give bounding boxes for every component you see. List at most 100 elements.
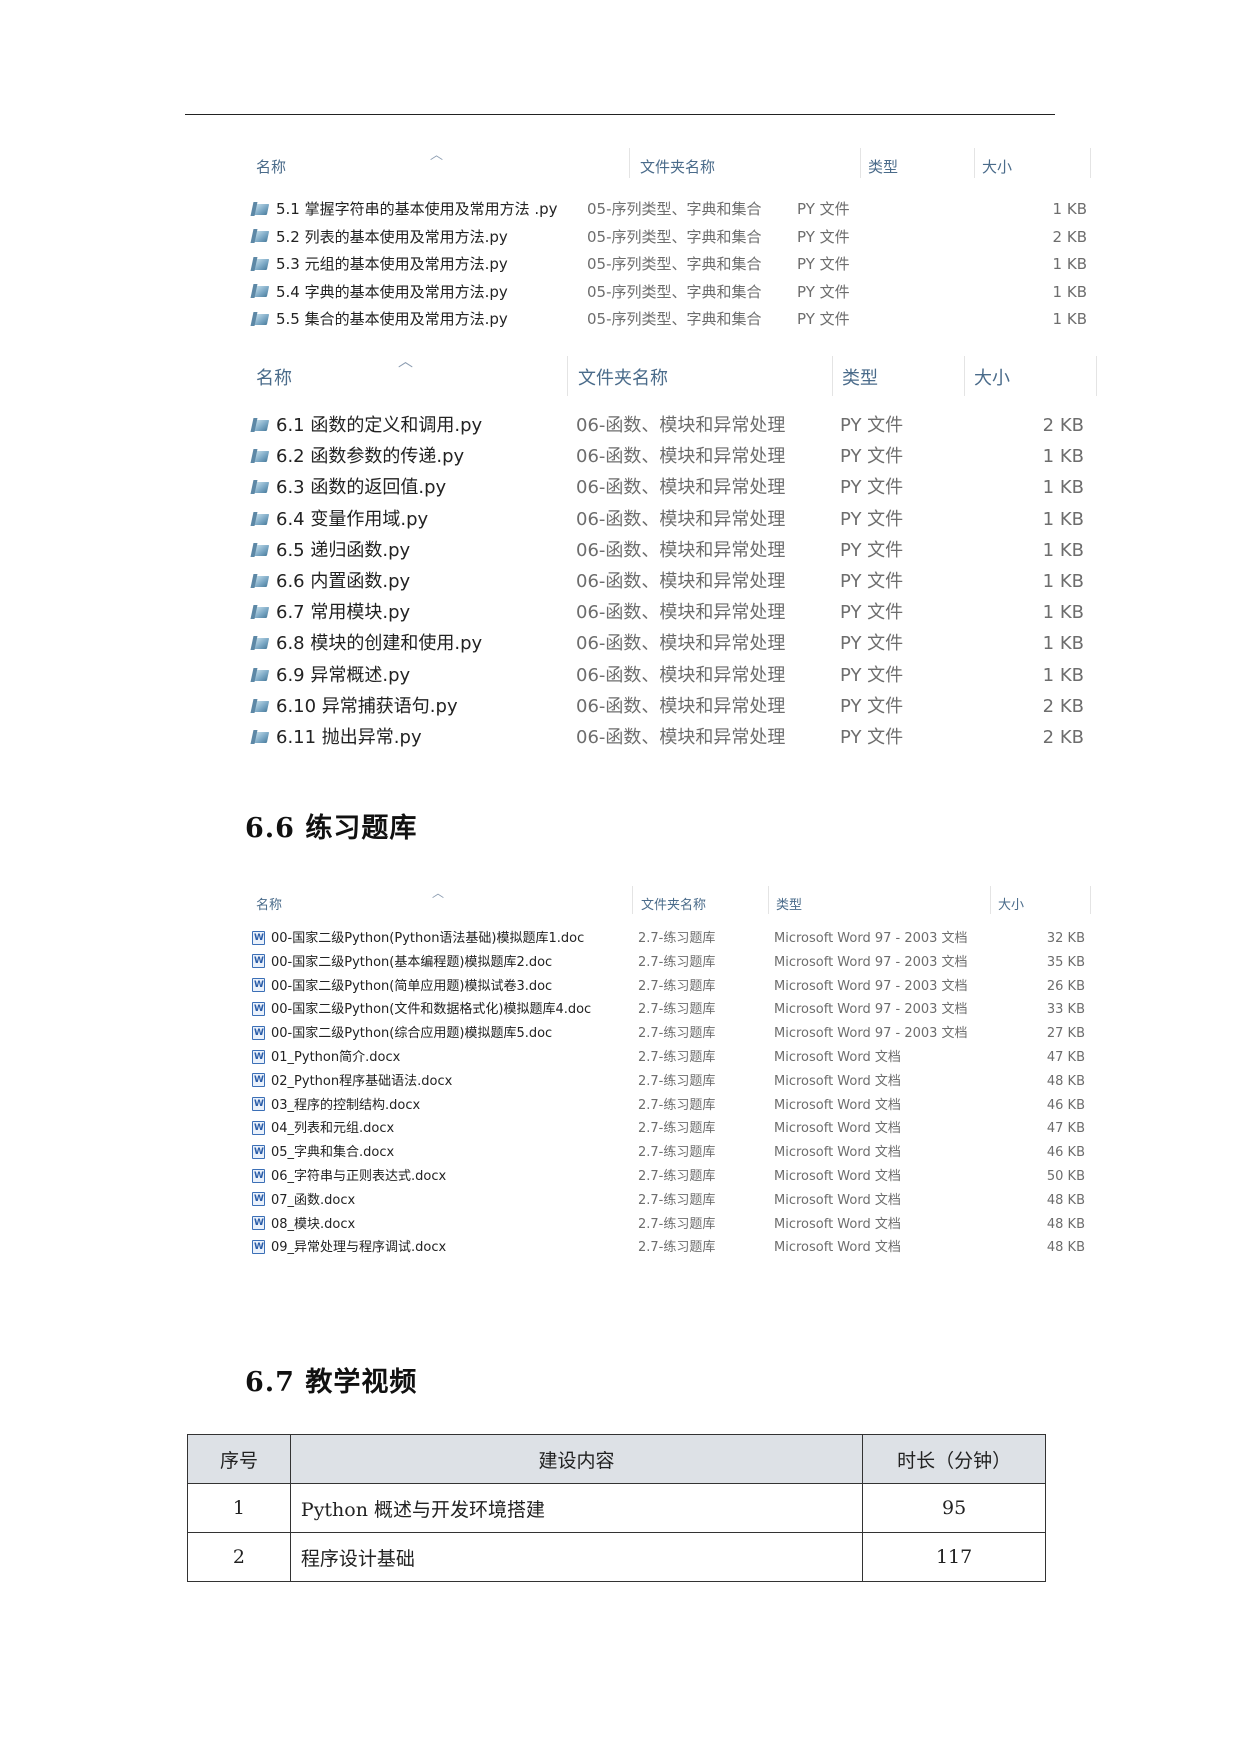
file-folder: 06-函数、模块和异常处理 xyxy=(576,664,786,686)
file-type: PY 文件 xyxy=(840,727,904,748)
file-folder: 2.7-练习题库 xyxy=(638,1192,716,1208)
python-file-icon xyxy=(252,312,270,326)
file-folder: 06-函数、模块和异常处理 xyxy=(576,539,786,561)
file-list-exercises: ︿ 名称 文件夹名称 类型 大小 00-国家二级Python(Python语法基… xyxy=(252,886,1100,1255)
file-name: 6.1 函数的定义和调用.py xyxy=(252,414,482,438)
file-size: 1 KB xyxy=(1042,602,1084,624)
file-type: PY 文件 xyxy=(840,664,904,686)
file-type: Microsoft Word 文档 xyxy=(774,1240,901,1256)
file-folder: 2.7-练习题库 xyxy=(638,954,716,970)
column-header-size[interactable]: 大小 xyxy=(982,156,1012,177)
list-item[interactable]: 07_函数.docx 2.7-练习题库 Microsoft Word 文档 48 KB xyxy=(252,1192,1100,1216)
word-document-icon xyxy=(252,1097,265,1112)
word-document-icon xyxy=(252,930,265,945)
list-item[interactable]: 6.6 内置函数.py 06-函数、模块和异常处理 PY 文件 1 KB xyxy=(252,570,1102,601)
list-item[interactable]: 00-国家二级Python(基本编程题)模拟题库2.doc 2.7-练习题库 Mic… xyxy=(252,954,1100,978)
word-document-icon xyxy=(252,1120,265,1135)
file-type: Microsoft Word 文档 xyxy=(774,1145,901,1161)
python-file-icon xyxy=(252,699,270,713)
list-item[interactable]: 05_字典和集合.docx 2.7-练习题库 Microsoft Word 文档 46… xyxy=(252,1144,1100,1168)
list-item[interactable]: 6.11 抛出异常.py 06-函数、模块和异常处理 PY 文件 2 KB xyxy=(252,726,1102,757)
column-header-size[interactable]: 大小 xyxy=(998,894,1024,913)
column-header-type[interactable]: 类型 xyxy=(868,156,898,177)
column-header-name[interactable]: 名称 xyxy=(256,156,286,177)
list-item[interactable]: 6.10 异常捕获语句.py 06-函数、模块和异常处理 PY 文件 2 KB xyxy=(252,695,1102,726)
file-type: PY 文件 xyxy=(840,602,904,624)
column-header-size[interactable]: 大小 xyxy=(974,364,1010,390)
list-item[interactable]: 6.1 函数的定义和调用.py 06-函数、模块和异常处理 PY 文件 2 KB xyxy=(252,414,1102,445)
file-name: 00-国家二级Python(Python语法基础)模拟题库1.doc xyxy=(252,930,584,948)
list-item[interactable]: 00-国家二级Python(综合应用题)模拟题库5.doc 2.7-练习题库 Mic… xyxy=(252,1025,1100,1049)
file-folder: 06-函数、模块和异常处理 xyxy=(576,415,786,436)
file-name: 00-国家二级Python(综合应用题)模拟题库5.doc xyxy=(252,1025,552,1043)
list-item[interactable]: 6.3 函数的返回值.py 06-函数、模块和异常处理 PY 文件 1 KB xyxy=(252,476,1102,507)
file-size: 1 KB xyxy=(1052,255,1087,273)
list-item[interactable]: 00-国家二级Python(Python语法基础)模拟题库1.doc 2.7-练习… xyxy=(252,930,1100,954)
file-type: Microsoft Word 文档 xyxy=(774,1073,901,1089)
file-size: 47 KB xyxy=(1046,1121,1085,1137)
section-heading-6-6: 6.6 练习题库 xyxy=(245,813,418,844)
header-rule xyxy=(185,114,1055,115)
list-item[interactable]: 5.5 集合的基本使用及常用方法.py 05-序列类型、字典和集合 PY 文件 1 K… xyxy=(252,308,1100,336)
python-file-icon xyxy=(252,574,270,588)
file-name-text: 6.3 函数的返回值.py xyxy=(276,477,447,499)
file-type: Microsoft Word 文档 xyxy=(774,1050,901,1065)
file-folder: 2.7-练习题库 xyxy=(638,931,716,946)
python-file-icon xyxy=(252,480,270,494)
file-name-text: 5.5 集合的基本使用及常用方法.py xyxy=(276,310,508,328)
file-name: 05_字典和集合.docx xyxy=(252,1144,394,1162)
list-item[interactable]: 06_字符串与正则表达式.docx 2.7-练习题库 Microsoft Word … xyxy=(252,1168,1100,1192)
file-folder: 05-序列类型、字典和集合 xyxy=(587,255,762,273)
list-item[interactable]: 5.2 列表的基本使用及常用方法.py 05-序列类型、字典和集合 PY 文件 2 K… xyxy=(252,226,1100,254)
file-folder: 05-序列类型、字典和集合 xyxy=(587,310,762,328)
list-item[interactable]: 02_Python程序基础语法.docx 2.7-练习题库 Microsoft Wo… xyxy=(252,1073,1100,1097)
list-item[interactable]: 5.4 字典的基本使用及常用方法.py 05-序列类型、字典和集合 PY 文件 1 K… xyxy=(252,281,1100,309)
column-header-folder[interactable]: 文件夹名称 xyxy=(578,364,668,390)
list-item[interactable]: 04_列表和元组.docx 2.7-练习题库 Microsoft Word 文档 47… xyxy=(252,1120,1100,1144)
word-document-icon xyxy=(252,1192,265,1207)
word-document-icon xyxy=(252,1144,265,1159)
list-item[interactable]: 6.7 常用模块.py 06-函数、模块和异常处理 PY 文件 1 KB xyxy=(252,601,1102,632)
file-size: 2 KB xyxy=(1042,415,1084,436)
list-item[interactable]: 6.9 异常概述.py 06-函数、模块和异常处理 PY 文件 1 KB xyxy=(252,664,1102,695)
column-header-type[interactable]: 类型 xyxy=(842,364,878,390)
list-item[interactable]: 00-国家二级Python(文件和数据格式化)模拟题库4.doc 2.7-练习题库… xyxy=(252,1001,1100,1025)
list-item[interactable]: 01_Python简介.docx 2.7-练习题库 Microsoft Word 文… xyxy=(252,1049,1100,1073)
file-type: PY 文件 xyxy=(840,571,904,592)
list-item[interactable]: 6.4 变量作用域.py 06-函数、模块和异常处理 PY 文件 1 KB xyxy=(252,508,1102,539)
list-item[interactable]: 5.1 掌握字符串的基本使用及常用方法 .py 05-序列类型、字典和集合 PY 文… xyxy=(252,198,1100,226)
file-type: PY 文件 xyxy=(797,255,850,273)
column-header-folder[interactable]: 文件夹名称 xyxy=(641,894,706,913)
file-name: 07_函数.docx xyxy=(252,1192,355,1210)
list-item[interactable]: 6.2 函数参数的传递.py 06-函数、模块和异常处理 PY 文件 1 KB xyxy=(252,445,1102,476)
list-item[interactable]: 03_程序的控制结构.docx 2.7-练习题库 Microsoft Word 文档… xyxy=(252,1097,1100,1121)
cell-duration: 95 xyxy=(862,1483,1046,1533)
column-header-folder[interactable]: 文件夹名称 xyxy=(640,156,715,177)
file-name-text: 5.2 列表的基本使用及常用方法.py xyxy=(276,227,508,246)
list-item[interactable]: 08_模块.docx 2.7-练习题库 Microsoft Word 文档 48 KB xyxy=(252,1216,1100,1240)
file-name-text: 00-国家二级Python(综合应用题)模拟题库5.doc xyxy=(271,1026,553,1042)
column-header-type[interactable]: 类型 xyxy=(776,894,802,913)
python-file-icon xyxy=(252,418,270,432)
list-item[interactable]: 6.8 模块的创建和使用.py 06-函数、模块和异常处理 PY 文件 1 KB xyxy=(252,632,1102,663)
file-name-text: 6.7 常用模块.py xyxy=(276,602,411,624)
file-name: 5.4 字典的基本使用及常用方法.py xyxy=(252,281,508,303)
file-folder: 06-函数、模块和异常处理 xyxy=(576,727,786,748)
header-index: 序号 xyxy=(187,1434,291,1484)
list-item[interactable]: 09_异常处理与程序调试.docx 2.7-练习题库 Microsoft Word … xyxy=(252,1239,1100,1263)
file-type: Microsoft Word 文档 xyxy=(774,1121,901,1137)
file-size: 48 KB xyxy=(1046,1192,1085,1208)
word-document-icon xyxy=(252,1168,265,1183)
list-item[interactable]: 6.5 递归函数.py 06-函数、模块和异常处理 PY 文件 1 KB xyxy=(252,539,1102,570)
cell-duration: 117 xyxy=(862,1532,1046,1582)
column-header-name[interactable]: 名称 xyxy=(256,364,292,390)
file-type: PY 文件 xyxy=(840,539,904,561)
file-type: Microsoft Word 97 - 2003 文档 xyxy=(774,1026,968,1042)
file-size: 32 KB xyxy=(1046,931,1085,946)
list-item[interactable]: 5.3 元组的基本使用及常用方法.py 05-序列类型、字典和集合 PY 文件 1 K… xyxy=(252,253,1100,281)
list-item[interactable]: 00-国家二级Python(简单应用题)模拟试卷3.doc 2.7-练习题库 Mic… xyxy=(252,978,1100,1002)
column-header-name[interactable]: 名称 xyxy=(256,894,282,913)
file-size: 1 KB xyxy=(1052,282,1087,301)
file-name: 6.8 模块的创建和使用.py xyxy=(252,632,482,656)
header-duration: 时长（分钟） xyxy=(862,1434,1046,1484)
